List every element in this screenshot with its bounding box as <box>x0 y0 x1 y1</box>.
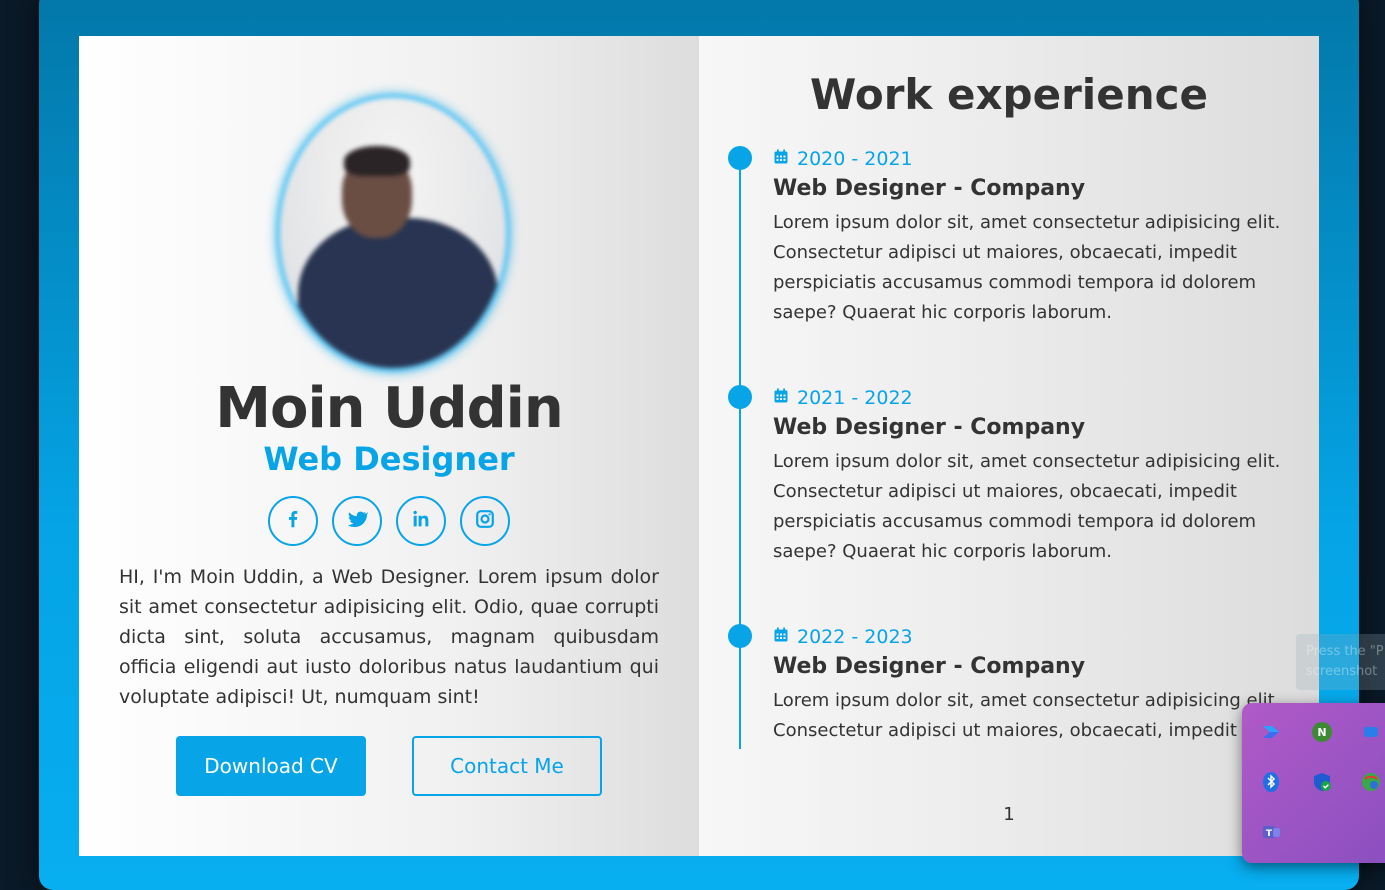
timeline-description: Lorem ipsum dolor sit, amet consectetur … <box>773 212 1281 323</box>
timeline-dot <box>728 146 752 170</box>
linkedin-link[interactable] <box>396 496 446 546</box>
timeline-date: 2020 - 2021 <box>773 146 913 172</box>
instagram-icon <box>474 508 496 535</box>
linkedin-icon <box>410 508 432 535</box>
timeline-date: 2022 - 2023 <box>773 624 913 650</box>
shield-icon[interactable] <box>1360 721 1382 743</box>
instagram-link[interactable] <box>460 496 510 546</box>
timeline-description: Lorem ipsum dolor sit, amet consectetur … <box>773 690 1281 741</box>
timeline-date-text: 2021 - 2022 <box>797 387 913 409</box>
calendar-icon <box>773 626 789 648</box>
timeline-description: Lorem ipsum dolor sit, amet consectetur … <box>773 451 1281 562</box>
timeline-date-text: 2020 - 2021 <box>797 148 913 170</box>
timeline-title: Web Designer - Company <box>773 654 1086 679</box>
avatar <box>276 94 510 372</box>
timeline-date: 2021 - 2022 <box>773 385 913 411</box>
profile-role: Web Designer <box>263 440 515 478</box>
nvidia-icon[interactable]: N <box>1311 721 1333 743</box>
profile-name: Moin Uddin <box>215 376 563 441</box>
system-tray-flyout: N T <box>1242 703 1385 863</box>
twitter-icon <box>346 508 370 535</box>
screenshot-toast[interactable]: Press the "P screenshot <box>1296 634 1385 690</box>
toast-text-2: screenshot <box>1306 664 1378 679</box>
timeline-date-text: 2022 - 2023 <box>797 626 913 648</box>
svg-text:T: T <box>1266 829 1273 839</box>
twitter-link[interactable] <box>332 496 382 546</box>
timeline-dot <box>728 624 752 648</box>
calendar-icon <box>773 387 789 409</box>
contact-me-button[interactable]: Contact Me <box>412 736 602 796</box>
timeline-title: Web Designer - Company <box>773 415 1086 440</box>
timeline-dot <box>728 385 752 409</box>
power-automate-icon[interactable] <box>1260 721 1282 743</box>
toast-text: Press the "P <box>1306 644 1384 659</box>
experience-page: Work experience 2020 - 2021 Web Designer… <box>699 36 1319 856</box>
page-number: 1 <box>1003 804 1015 825</box>
timeline-title: Web Designer - Company <box>773 176 1086 201</box>
calendar-icon <box>773 148 789 170</box>
timeline: 2020 - 2021 Web Designer - Company Lorem… <box>699 36 1319 749</box>
windows-security-icon[interactable] <box>1311 771 1333 793</box>
svg-text:N: N <box>1317 726 1326 739</box>
social-links <box>268 496 510 546</box>
network-icon[interactable] <box>1360 771 1382 793</box>
bluetooth-icon[interactable] <box>1260 771 1282 793</box>
teams-icon[interactable]: T <box>1260 821 1282 843</box>
facebook-link[interactable] <box>268 496 318 546</box>
profile-page: Moin Uddin Web Designer HI, I'm Moin Udd… <box>79 36 699 856</box>
facebook-icon <box>282 508 304 535</box>
download-cv-button[interactable]: Download CV <box>176 736 366 796</box>
profile-bio: HI, I'm Moin Uddin, a Web Designer. Lore… <box>119 566 659 708</box>
